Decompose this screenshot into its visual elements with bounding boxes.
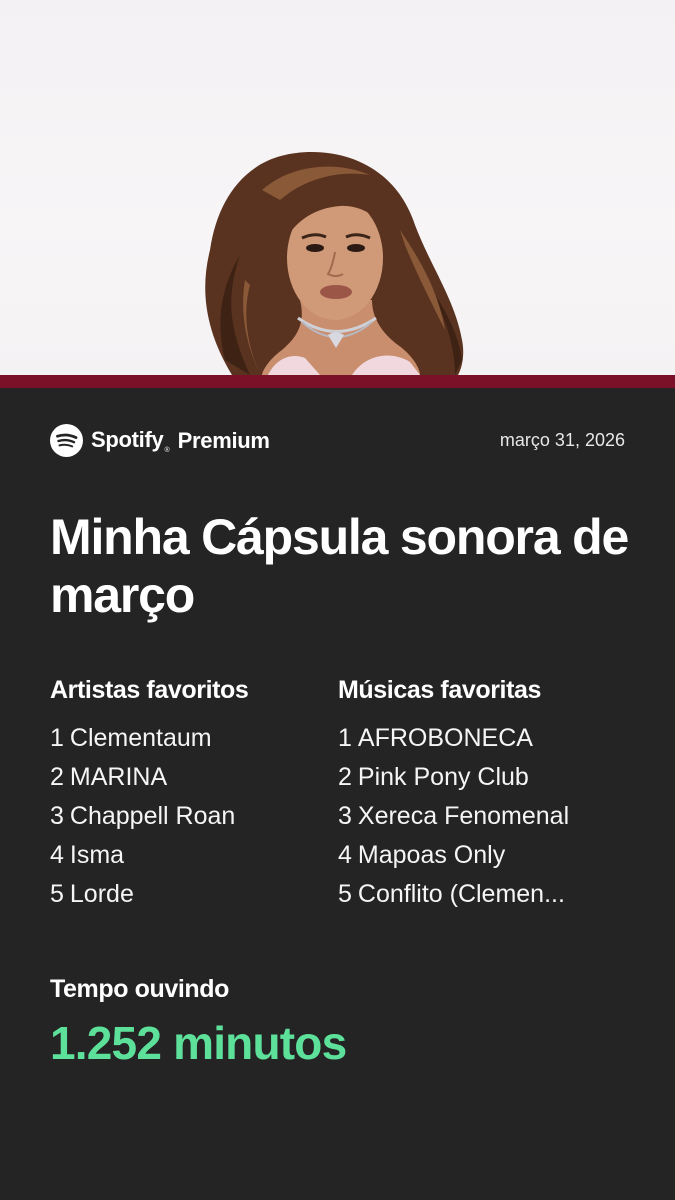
top-songs-heading: Músicas favoritas [338,676,542,704]
artist-name: Lorde [69,880,134,908]
song-item: 2 Pink Pony Club [338,758,628,797]
song-rank: 5 [338,880,352,908]
top-songs-section: Músicas favoritas 1 AFROBONECA 2 Pink Pony… [338,676,628,914]
song-rank: 4 [338,841,352,869]
artist-rank: 4 [50,841,64,869]
artist-item: 2 MARINA [50,758,330,797]
artist-name: MARINA [69,763,168,791]
artist-rank: 5 [50,880,64,908]
song-name: Pink Pony Club [357,763,529,791]
listening-time-label: Tempo ouvindo [50,975,230,1003]
spotify-logo-icon [50,424,83,457]
artist-name: Clementaum [69,724,212,752]
brand-registered-mark: ® [164,446,170,454]
brand-name: Spotify [91,427,164,453]
artist-rank: 1 [50,724,64,752]
artist-name: Chappell Roan [69,802,236,830]
top-artists-heading: Artistas favoritos [50,676,249,704]
artist-item: 5 Lorde [50,875,330,914]
song-name: AFROBONECA [357,724,533,752]
song-rank: 1 [338,724,352,752]
song-item: 1 AFROBONECA [338,719,628,758]
song-name: Conflito (Clemen... [357,880,565,908]
brand-tier: Premium [177,427,270,453]
song-rank: 3 [338,802,352,830]
capsule-date: março 31, 2026 [499,430,625,450]
artist-photo [0,0,675,375]
song-name: Mapoas Only [357,841,506,869]
song-item: 5 Conflito (Clemen... [338,875,628,914]
song-name: Xereca Fenomenal [357,802,570,830]
spotify-brand: Spotify® Premium [50,424,270,457]
artist-item: 4 Isma [50,836,330,875]
listening-time-value: 1.252 minutos [50,1017,347,1069]
song-item: 4 Mapoas Only [338,836,628,875]
top-artists-list: 1 Clementaum 2 MARINA 3 Chappell Roan 4 Isma… [50,719,330,914]
artist-rank: 3 [50,802,64,830]
top-songs-list: 1 AFROBONECA 2 Pink Pony Club 3 Xereca Feno… [338,719,628,914]
song-item: 3 Xereca Fenomenal [338,797,628,836]
artist-name: Isma [69,841,125,869]
accent-divider [0,375,675,388]
capsule-card: Spotify® Premium março 31, 2026 Minha Cá… [0,388,675,1200]
page-title: Minha Cápsula sonora de março [50,509,629,623]
artist-item: 1 Clementaum [50,719,330,758]
artist-rank: 2 [50,763,64,791]
artist-portrait-image [205,152,464,375]
song-rank: 2 [338,763,352,791]
top-artists-section: Artistas favoritos 1 Clementaum 2 MARINA 3… [50,676,330,914]
artist-item: 3 Chappell Roan [50,797,330,836]
